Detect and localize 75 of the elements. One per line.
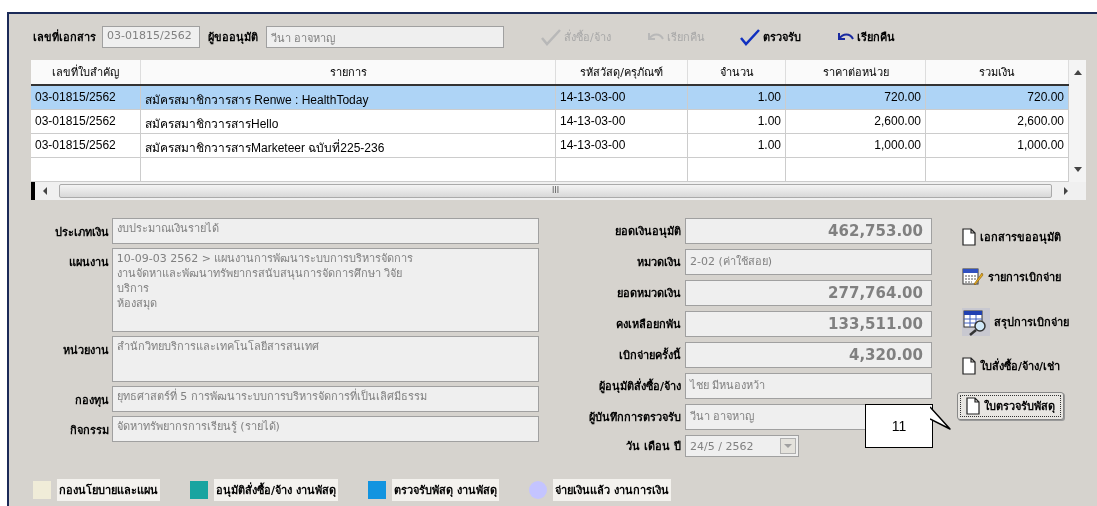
field-label: กิจกรรม: [68, 423, 110, 439]
text-field[interactable]: วีนา อาจหาญ: [266, 26, 504, 48]
table-row[interactable]: 03-01815/2562 สมัครสมาชิกวารสารMarketeer ฉบับที่225-236 14-13-03-00 1.00 1,000.00 1,000.00: [31, 134, 1069, 158]
legend-label: จ่ายเงินแล้ว งานการเงิน: [552, 479, 671, 501]
horizontal-scrollbar[interactable]: III: [31, 182, 1086, 200]
field-label: หน่วยงาน: [61, 343, 110, 359]
scroll-left-icon[interactable]: [41, 186, 49, 196]
field-label: ผู้อนุมัติสั่งซื้อ/จ้าง: [597, 377, 682, 395]
text-area[interactable]: งบประมาณเงินรายได้: [111, 218, 539, 244]
text-area[interactable]: สำนักวิทยบริการและเทคโนโลยีสารสนเทศ: [111, 336, 539, 382]
table-cell: 03-01815/2562: [31, 110, 141, 133]
legend-label: ตรวจรับพัสดุ งานพัสดุ: [391, 479, 499, 501]
table-cell: สมัครสมาชิกวารสาร Renwe : HealthToday: [141, 86, 556, 109]
toolbar-button[interactable]: ตรวจรับ: [738, 28, 801, 46]
text-field[interactable]: 03-01815/2562: [102, 26, 200, 48]
document-icon: [966, 397, 980, 415]
scroll-down-icon[interactable]: [1072, 166, 1083, 174]
scroll-up-icon[interactable]: [1072, 68, 1083, 76]
column-header[interactable]: รายการ: [141, 60, 556, 84]
scroll-right-icon[interactable]: [1062, 186, 1070, 196]
side-button[interactable]: รายการเบิกจ่าย: [957, 263, 1066, 291]
text-field[interactable]: ไชย มีหนองหว้า: [685, 373, 932, 399]
table-cell: 14-13-03-00: [556, 86, 688, 109]
field-label: ประเภทเงิน: [53, 225, 110, 241]
table-cell: 2,600.00: [786, 110, 926, 133]
table-search-icon: [962, 308, 990, 336]
side-button[interactable]: ใบสั่งซื้อ/จ้าง/เช่า: [957, 353, 1066, 379]
field-label: แผนงาน: [67, 255, 110, 271]
scroll-thumb[interactable]: III: [59, 184, 1052, 198]
toolbar-button[interactable]: เรียกคืน: [834, 28, 895, 46]
side-button[interactable]: สรุปการเบิกจ่าย: [957, 304, 1074, 340]
column-header[interactable]: เลขที่ใบสำคัญ: [31, 60, 141, 84]
field-label: ผู้ขออนุมัติ: [208, 30, 258, 46]
legend-label: อนุมัติสั่งซื้อ/จ้าง งานพัสดุ: [214, 479, 338, 501]
field-label: กองทุน: [73, 393, 110, 409]
table-cell: 1.00: [688, 86, 786, 109]
column-header[interactable]: ราคาต่อหน่วย: [786, 60, 926, 84]
table-cell: 1.00: [688, 110, 786, 133]
list-edit-icon: [962, 267, 984, 287]
text-field[interactable]: 462,753.00: [685, 218, 932, 244]
text-field[interactable]: 4,320.00: [685, 342, 932, 368]
document-icon: [962, 357, 976, 375]
legend-label: กองนโยบายและแผน: [57, 479, 160, 501]
side-button[interactable]: เอกสารขออนุมัติ: [957, 224, 1066, 250]
field-label: วัน เดือน ปี: [625, 439, 682, 455]
field-label: คงเหลือยกพัน: [615, 317, 682, 333]
text-field[interactable]: 133,511.00: [685, 311, 932, 337]
table-cell: 03-01815/2562: [31, 134, 141, 157]
column-header[interactable]: รหัสวัสดุ/ครุภัณฑ์: [556, 60, 688, 84]
table-row[interactable]: 03-01815/2562 สมัครสมาชิกวารสารHello 14-13-03-00 1.00 2,600.00 2,600.00: [31, 110, 1069, 134]
table-cell: 03-01815/2562: [31, 86, 141, 109]
text-area[interactable]: จัดหาทรัพยากรการเรียนรู้ (รายได้): [111, 416, 539, 442]
table-cell: 1,000.00: [786, 134, 926, 157]
table-cell: 14-13-03-00: [556, 110, 688, 133]
vertical-scrollbar[interactable]: [1069, 60, 1086, 182]
text-field[interactable]: 277,764.00: [685, 280, 932, 306]
table-cell: 14-13-03-00: [556, 134, 688, 157]
side-button[interactable]: ใบตรวจรับพัสดุ: [957, 392, 1064, 420]
table-cell: 720.00: [786, 86, 926, 109]
text-field[interactable]: 2-02 (ค่าใช้สอย): [685, 249, 932, 275]
document-icon: [962, 228, 976, 246]
table-row[interactable]: 03-01815/2562 สมัครสมาชิกวารสาร Renwe : HealthToday 14-13-03-00 1.00 720.00 720.00: [31, 86, 1069, 110]
field-label: ยอดหมวดเงิน: [616, 286, 682, 302]
table-cell: สมัครสมาชิกวารสารMarketeer ฉบับที่225-236: [141, 134, 556, 157]
column-header[interactable]: จำนวน: [688, 60, 786, 84]
table-cell: 1.00: [688, 134, 786, 157]
field-label: ยอดเงินอนุมัติ: [614, 224, 682, 240]
table-cell: สมัครสมาชิกวารสารHello: [141, 110, 556, 133]
field-label: เลขที่เอกสาร: [33, 28, 96, 46]
text-area[interactable]: 10-09-03 2562 > แผนงานการพัฒนาระบบการบริหารจัดการ งานจัดหาและพัฒนาทรัพยากรสนับสนุนการจัดการศึกษา วิจัย บริการ ห้องสมุด: [111, 248, 539, 332]
text-area[interactable]: ยุทธศาสตร์ที่ 5 การพัฒนาระบบการบริหารจัดการที่เป็นเลิศมีธรรม: [111, 386, 539, 412]
date-dropdown[interactable]: 24/5 / 2562: [685, 435, 799, 457]
field-label: เบิกจ่ายครั้งนี้: [618, 346, 682, 364]
field-label: ผู้บันทึกการตรวจรับ: [588, 410, 682, 426]
field-label: หมวดเงิน: [636, 255, 682, 271]
